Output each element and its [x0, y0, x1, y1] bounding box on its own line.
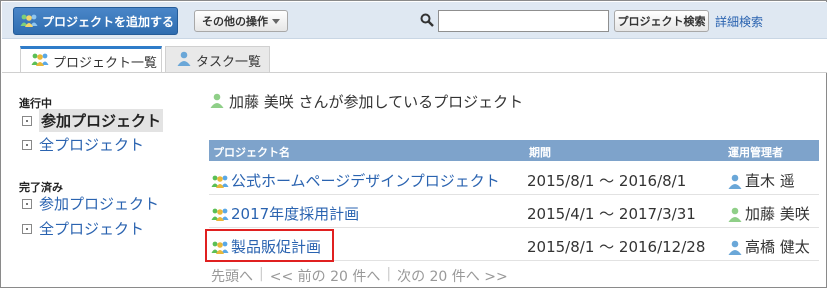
project-group-icon: [31, 52, 49, 70]
bullet-icon: [22, 115, 32, 126]
search-icon: [420, 13, 434, 27]
bullet-icon: [22, 223, 32, 234]
project-group-icon: [211, 175, 229, 188]
highlight-annotation: [205, 229, 334, 262]
sidebar-item-completed-all[interactable]: 全プロジェクト: [22, 218, 144, 239]
bullet-icon: [22, 139, 32, 150]
table-row: 公式ホームページデザインプロジェクト 2015/8/1 ～ 2016/8/1 直…: [209, 162, 819, 195]
sidebar-item-completed-participating[interactable]: 参加プロジェクト: [22, 193, 159, 214]
sidebar-item-label: 全プロジェクト: [39, 220, 145, 238]
manager-name: 高橋 健太: [745, 238, 810, 256]
project-search-button[interactable]: プロジェクト検索: [614, 10, 709, 32]
project-group-icon: [20, 13, 38, 30]
advanced-search-link[interactable]: 詳細検索: [715, 13, 763, 30]
page-title-text: 加藤 美咲 さんが参加しているプロジェクト: [229, 93, 524, 111]
app-window: プロジェクトを追加する その他の操作 プロジェクト検索 詳細検索 プロジェクト一…: [0, 0, 827, 288]
sidebar-item-label: 参加プロジェクト: [39, 109, 164, 132]
page-title: 加藤 美咲 さんが参加しているプロジェクト: [209, 91, 523, 112]
pager-separator: |: [259, 266, 264, 282]
tab-divider: [2, 72, 827, 73]
add-project-label: プロジェクトを追加する: [42, 14, 175, 29]
toolbar: プロジェクトを追加する その他の操作 プロジェクト検索 詳細検索: [2, 2, 827, 39]
add-project-button[interactable]: プロジェクトを追加する: [13, 7, 178, 35]
tab-task-list-label: タスク一覧: [196, 54, 262, 70]
project-period: 2015/4/1 ～ 2017/3/31: [527, 205, 696, 223]
column-header-manager: 運用管理者: [728, 146, 783, 159]
project-manager: 直木 遥: [727, 170, 795, 191]
column-header-period: 期間: [529, 146, 551, 159]
pager-separator: |: [386, 266, 392, 282]
other-actions-label: その他の操作: [202, 15, 268, 28]
sidebar-item-label: 全プロジェクト: [39, 136, 145, 154]
project-group-icon: [211, 208, 229, 221]
project-manager: 高橋 健太: [727, 236, 810, 257]
user-icon: [209, 92, 225, 112]
bullet-icon: [22, 198, 32, 209]
project-link[interactable]: 2017年度採用計画: [211, 203, 359, 224]
sidebar-item-in-progress-all[interactable]: 全プロジェクト: [22, 134, 144, 155]
column-header-project-name: プロジェクト名: [213, 146, 290, 159]
tab-project-list-label: プロジェクト一覧: [53, 55, 158, 71]
project-name: 公式ホームページデザインプロジェクト: [231, 172, 500, 190]
tab-task-list[interactable]: タスク一覧: [165, 46, 270, 73]
user-icon: [728, 240, 742, 255]
project-manager: 加藤 美咲: [727, 203, 810, 224]
table-header: プロジェクト名 期間 運用管理者: [209, 140, 819, 161]
tab-project-list[interactable]: プロジェクト一覧: [20, 46, 162, 73]
sidebar-item-label: 参加プロジェクト: [39, 195, 160, 213]
pagination: 先頭へ | << 前の 20 件へ | 次の 20 件へ >>: [211, 266, 508, 286]
manager-name: 直木 遥: [745, 172, 795, 190]
sidebar-item-in-progress-participating[interactable]: 参加プロジェクト: [22, 109, 164, 132]
other-actions-button[interactable]: その他の操作: [194, 10, 288, 32]
project-period: 2015/8/1 ～ 2016/8/1: [527, 172, 687, 190]
tab-bar: プロジェクト一覧 タスク一覧: [2, 39, 827, 73]
user-icon: [728, 207, 742, 222]
pager-prev: << 前の 20 件へ: [269, 269, 381, 285]
chevron-down-icon: [272, 18, 280, 24]
user-icon: [176, 50, 192, 70]
project-name: 2017年度採用計画: [231, 205, 360, 223]
manager-name: 加藤 美咲: [745, 205, 810, 223]
user-icon: [728, 174, 742, 189]
project-link[interactable]: 公式ホームページデザインプロジェクト: [211, 170, 500, 191]
project-search-label: プロジェクト検索: [617, 15, 706, 28]
project-period: 2015/8/1 ～ 2016/12/28: [527, 238, 706, 256]
pager-next: 次の 20 件へ >>: [397, 269, 508, 285]
pager-first: 先頭へ: [211, 269, 253, 285]
search-input[interactable]: [438, 10, 609, 32]
table-row: 2017年度採用計画 2015/4/1 ～ 2017/3/31 加藤 美咲: [209, 195, 819, 228]
